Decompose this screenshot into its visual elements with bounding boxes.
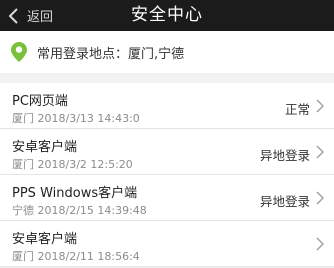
page-title: 安全中心 (131, 5, 203, 25)
device-time: 2018/3/2 12:5:20 (37, 158, 133, 171)
device-meta: 厦门 2018/3/2 12:5:20 (12, 156, 133, 172)
chevron-right-icon (316, 145, 324, 159)
chevron-right-icon (316, 99, 324, 113)
common-location-bar: 常用登录地点：厦门,宁德 (0, 31, 334, 73)
device-name: 安卓客户端 (12, 140, 78, 155)
device-row[interactable]: 安卓客户端 厦门 2018/2/11 18:56:4 (0, 221, 334, 267)
device-place: 厦门 (12, 112, 34, 125)
device-status: 异地登录 (259, 194, 310, 209)
device-row[interactable]: PPS Windows客户端 宁德 2018/2/15 14:39:48 异地登… (0, 175, 334, 221)
device-place: 厦门 (12, 158, 34, 171)
device-meta: 厦门 2018/2/11 18:56:4 (12, 248, 140, 264)
device-status: 异地登录 (259, 148, 310, 163)
device-time: 2018/3/13 14:43:0 (37, 112, 140, 125)
device-place: 宁德 (12, 204, 34, 217)
device-name: 安卓客户端 (12, 232, 78, 247)
chevron-right-icon (316, 191, 324, 205)
device-row[interactable]: 安卓客户端 厦门 2018/3/2 12:5:20 异地登录 (0, 129, 334, 175)
device-time: 2018/2/15 14:39:48 (37, 204, 147, 217)
device-row[interactable]: PC网页端 厦门 2018/3/13 14:43:0 正常 (0, 83, 334, 129)
device-status: 正常 (284, 102, 310, 117)
device-place: 厦门 (12, 250, 34, 263)
common-location-text: 常用登录地点：厦门,宁德 (37, 46, 185, 62)
device-meta: 厦门 2018/3/13 14:43:0 (12, 110, 140, 126)
device-meta: 宁德 2018/2/15 14:39:48 (12, 202, 147, 218)
chevron-right-icon (316, 237, 324, 251)
top-bar: 返回 安全中心 (0, 0, 334, 31)
login-device-list: PC网页端 厦门 2018/3/13 14:43:0 正常 安卓客户端 厦门 2… (0, 83, 334, 267)
device-name: PPS Windows客户端 (12, 186, 138, 201)
device-name: PC网页端 (12, 94, 68, 109)
device-time: 2018/2/11 18:56:4 (37, 250, 140, 263)
location-pin-icon (11, 42, 27, 62)
